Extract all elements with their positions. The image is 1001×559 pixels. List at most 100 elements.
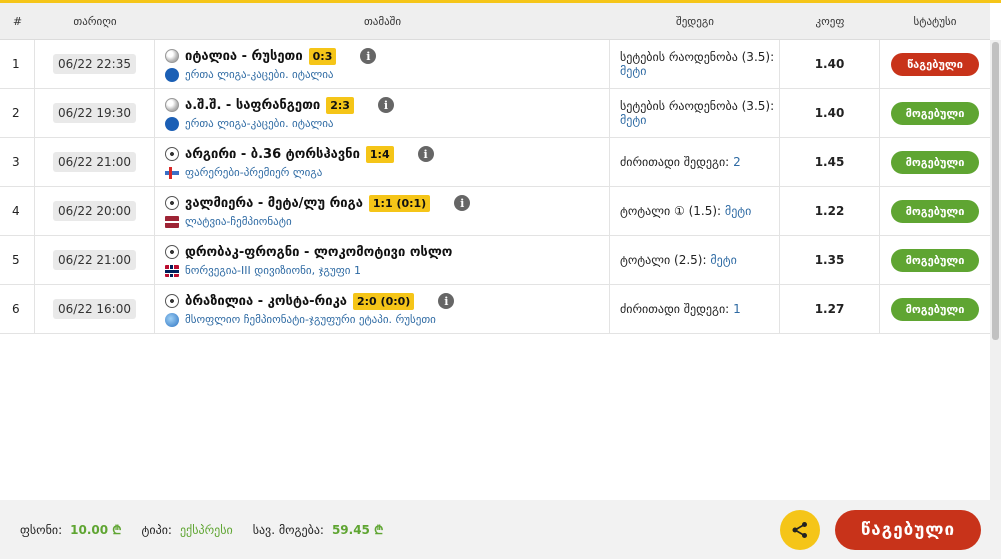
norway-flag-icon <box>165 264 179 277</box>
result-label: სეტების რაოდენობა (3.5): <box>620 50 775 64</box>
row-num: 2 <box>0 89 35 137</box>
header-status: სტატუსი <box>913 14 957 28</box>
row-match-cell: ბრაზილია - კოსტა-რიკა 2:0 (0:0) i მსოფლი… <box>155 285 610 333</box>
type-value: ექსპრესი <box>179 522 233 537</box>
match-title: ბრაზილია - კოსტა-რიკა <box>185 293 347 309</box>
result-value: მეტი <box>620 64 647 78</box>
league-name[interactable]: ერთა ლიგა <box>185 117 247 130</box>
result-value: მეტი <box>724 204 752 218</box>
result-value: 2 <box>733 155 741 169</box>
match-title: ვალმიერა - მეტა/ლუ რიგა <box>185 195 363 211</box>
row-status-cell: მოგებული <box>880 89 990 137</box>
header-match: თამაში <box>363 14 402 28</box>
match-title: არგირი - ბ.36 ტორსჰავნი <box>185 146 360 162</box>
soccer-ball-icon <box>165 294 179 308</box>
row-odds: 1.35 <box>780 236 880 284</box>
result-line: ტოტალი (2.5): მეტი <box>620 253 737 267</box>
row-match-cell: არგირი - ბ.36 ტორსჰავნი 1:4 i ფარერები -… <box>155 138 610 186</box>
match-title: ა.შ.შ. - საფრანგეთი <box>185 97 321 113</box>
status-badge[interactable]: მოგებული <box>891 101 979 125</box>
info-icon[interactable]: i <box>377 97 394 113</box>
result-label: ტოტალი (2.5): <box>620 253 707 267</box>
row-result-cell: სეტების რაოდენობა (3.5): მეტი <box>610 40 780 88</box>
soccer-ball-icon <box>165 245 179 259</box>
result-line: ძირითადი შედეგი: 2 <box>620 155 741 169</box>
status-badge[interactable]: მოგებული <box>891 297 979 321</box>
table-row: 2 06/22 19:30 ა.შ.შ. - საფრანგეთი 2:3 i … <box>0 89 990 138</box>
result-label: ძირითადი შედეგი: <box>620 155 730 169</box>
info-icon[interactable]: i <box>454 195 471 211</box>
status-badge[interactable]: მოგებული <box>891 150 979 174</box>
row-odds: 1.40 <box>780 40 880 88</box>
row-status-cell: მოგებული <box>880 138 990 186</box>
stake-value: 10.00 ₾ <box>70 523 122 537</box>
league-name[interactable]: მსოფლიო ჩემპიონატი <box>185 313 305 326</box>
result-label: სეტების რაოდენობა (3.5): <box>620 99 775 113</box>
league-category[interactable]: კაცები. იტალია <box>251 117 334 130</box>
row-result-cell: ძირითადი შედეგი: 2 <box>610 138 780 186</box>
row-num: 3 <box>0 138 35 186</box>
result-label: ძირითადი შედეგი: <box>620 302 730 316</box>
row-date-cell: 06/22 19:30 <box>35 89 155 137</box>
league-category[interactable]: კაცები. იტალია <box>251 68 334 81</box>
share-icon <box>792 522 807 538</box>
league-category[interactable]: III დივიზიონი, ჯგუფი 1 <box>241 264 361 277</box>
league-category[interactable]: პრემიერ ლიგა <box>244 166 323 179</box>
header-num: # <box>12 14 23 28</box>
row-result-cell: ტოტალი (2.5): მეტი <box>610 236 780 284</box>
scrollbar-thumb[interactable] <box>992 42 999 340</box>
row-date: 06/22 19:30 <box>53 103 136 123</box>
table-row: 1 06/22 22:35 იტალია - რუსეთი 0:3 i ერთა… <box>0 40 990 89</box>
league-category[interactable]: ჯგუფური ეტაპი. რუსეთი <box>309 313 436 326</box>
soccer-ball-icon <box>165 147 179 161</box>
league-name[interactable]: ერთა ლიგა <box>185 68 247 81</box>
row-match-cell: დრობაკ-ფროგნი - ლოკომოტივი ოსლო ნორვეგია… <box>155 236 610 284</box>
info-icon[interactable]: i <box>417 146 434 162</box>
row-match-cell: ვალმიერა - მეტა/ლუ რიგა 1:1 (0:1) i ლატვ… <box>155 187 610 235</box>
table-row: 5 06/22 21:00 დრობაკ-ფროგნი - ლოკომოტივი… <box>0 236 990 285</box>
table-row: 3 06/22 21:00 არგირი - ბ.36 ტორსჰავნი 1:… <box>0 138 990 187</box>
league-name[interactable]: ლატვია <box>185 215 226 228</box>
row-num: 6 <box>0 285 35 333</box>
row-result-cell: ძირითადი შედეგი: 1 <box>610 285 780 333</box>
match-title: იტალია - რუსეთი <box>185 48 303 64</box>
scrollbar[interactable] <box>990 40 1001 559</box>
status-badge[interactable]: მოგებული <box>891 248 979 272</box>
type-label: ტიპი: <box>141 522 172 537</box>
bet-rows: 1 06/22 22:35 იტალია - რუსეთი 0:3 i ერთა… <box>0 40 990 334</box>
row-result-cell: ტოტალი ① (1.5): მეტი <box>610 187 780 235</box>
status-badge[interactable]: წაგებული <box>891 52 979 76</box>
result-value: მეტი <box>620 113 647 127</box>
bet-status-button[interactable]: წაგებული <box>835 510 981 550</box>
table-row: 6 06/22 16:00 ბრაზილია - კოსტა-რიკა 2:0 … <box>0 285 990 334</box>
row-date-cell: 06/22 16:00 <box>35 285 155 333</box>
type-summary: ტიპი: ექსპრესი <box>142 523 233 537</box>
info-icon[interactable]: i <box>360 48 377 64</box>
match-score: 2:0 (0:0) <box>353 292 415 310</box>
result-value: 1 <box>733 302 741 316</box>
match-score: 1:1 (0:1) <box>368 194 431 212</box>
league-name[interactable]: ნორვეგია <box>185 264 237 277</box>
header-date: თარიღი <box>73 14 117 28</box>
share-button[interactable] <box>780 510 820 550</box>
league-category[interactable]: ჩემპიონატი <box>230 215 291 228</box>
row-date-cell: 06/22 22:35 <box>35 40 155 88</box>
row-status-cell: მოგებული <box>880 236 990 284</box>
row-status-cell: მოგებული <box>880 187 990 235</box>
result-line: ძირითადი შედეგი: 1 <box>620 302 741 316</box>
league-name[interactable]: ფარერები <box>185 166 240 179</box>
stake-label: ფსონი: <box>20 522 63 537</box>
info-icon[interactable]: i <box>438 293 455 309</box>
nations-league-icon <box>165 67 179 82</box>
row-odds: 1.40 <box>780 89 880 137</box>
match-title: დრობაკ-ფროგნი - ლოკომოტივი ოსლო <box>185 244 453 260</box>
row-num: 5 <box>0 236 35 284</box>
row-status-cell: წაგებული <box>880 40 990 88</box>
row-date-cell: 06/22 21:00 <box>35 138 155 186</box>
row-odds: 1.22 <box>780 187 880 235</box>
result-label: ტოტალი ① (1.5): <box>620 204 722 218</box>
status-badge[interactable]: მოგებული <box>891 199 979 223</box>
win-label: სავ. მოგება: <box>252 522 324 537</box>
soccer-ball-icon <box>165 196 179 210</box>
table-header: # თარიღი თამაში შედეგი კოეფ სტატუსი <box>0 3 990 40</box>
